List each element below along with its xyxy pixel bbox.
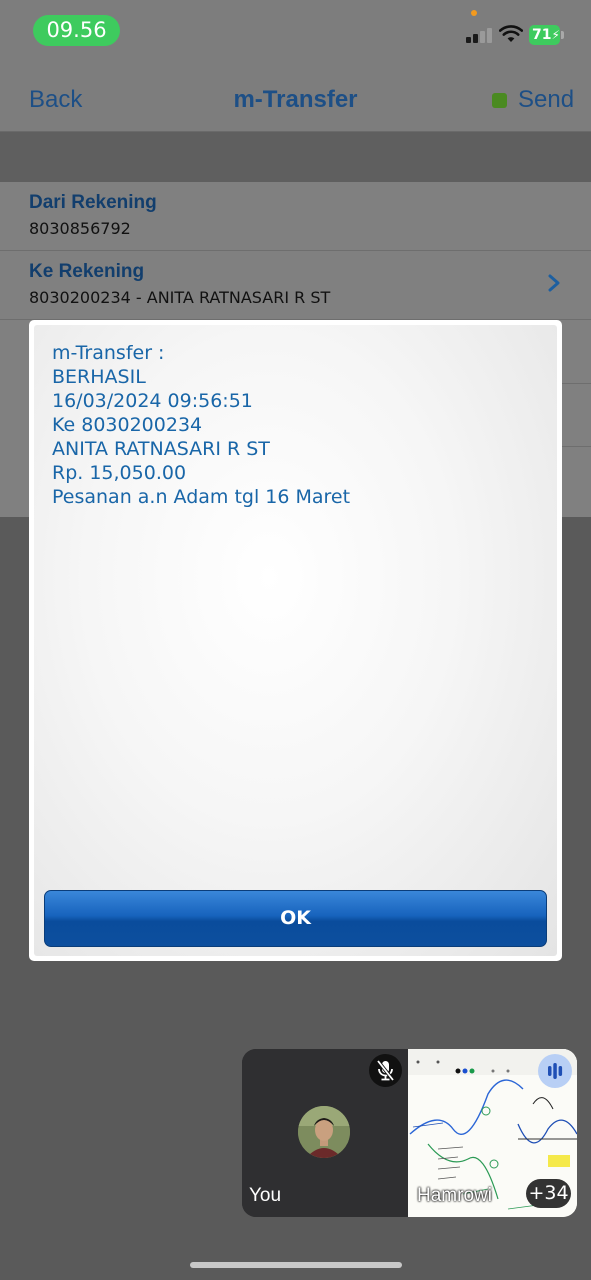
- self-video-tile[interactable]: You: [242, 1049, 408, 1217]
- message-line-status: BERHASIL: [52, 366, 146, 388]
- battery-level: 71: [532, 27, 552, 43]
- navigation-bar: Back m-Transfer Send: [0, 62, 591, 132]
- chevron-right-icon: [548, 274, 560, 292]
- transfer-result-message: m-Transfer : BERHASIL 16/03/2024 09:56:5…: [52, 341, 350, 509]
- more-participants-badge[interactable]: +34: [526, 1179, 571, 1208]
- from-account-label: Dari Rekening: [29, 192, 157, 213]
- video-call-overlay[interactable]: You Hamrowi +34: [242, 1049, 577, 1217]
- privacy-indicator-dot: [471, 10, 477, 16]
- send-status-icon: [492, 93, 507, 108]
- mic-off-icon: [369, 1054, 402, 1087]
- message-line-note: Pesanan a.n Adam tgl 16 Maret: [52, 486, 351, 508]
- from-account-row[interactable]: Dari Rekening 8030856792: [0, 182, 591, 251]
- participant-label: Hamrowi: [417, 1185, 492, 1206]
- status-time: 09.56: [33, 15, 120, 46]
- ok-button[interactable]: OK: [44, 890, 547, 947]
- from-account-value: 8030856792: [29, 219, 131, 238]
- status-bar: 09.56 71⚡: [0, 0, 591, 62]
- message-line-title: m-Transfer :: [52, 342, 165, 364]
- transfer-result-dialog: m-Transfer : BERHASIL 16/03/2024 09:56:5…: [29, 320, 562, 961]
- battery-icon: 71⚡: [529, 25, 565, 45]
- speaking-indicator-icon: [538, 1054, 572, 1088]
- section-spacer: [0, 132, 591, 182]
- wifi-icon: [499, 25, 523, 42]
- home-indicator[interactable]: [190, 1262, 402, 1268]
- to-account-label: Ke Rekening: [29, 261, 145, 282]
- cellular-signal-icon: [466, 27, 494, 43]
- divider: [561, 446, 591, 447]
- message-line-recipient: ANITA RATNASARI R ST: [52, 438, 270, 460]
- message-line-destination: Ke 8030200234: [52, 414, 203, 436]
- self-label: You: [249, 1185, 282, 1206]
- dialog-content: m-Transfer : BERHASIL 16/03/2024 09:56:5…: [34, 325, 557, 956]
- message-line-amount: Rp. 15,050.00: [52, 462, 187, 484]
- message-line-datetime: 16/03/2024 09:56:51: [52, 390, 253, 412]
- divider: [561, 383, 591, 384]
- to-account-value: 8030200234 - ANITA RATNASARI R ST: [29, 288, 331, 307]
- participant-video-tile[interactable]: Hamrowi +34: [408, 1049, 577, 1217]
- send-button[interactable]: Send: [518, 86, 574, 114]
- to-account-row[interactable]: Ke Rekening 8030200234 - ANITA RATNASARI…: [0, 251, 591, 320]
- avatar: [298, 1106, 350, 1158]
